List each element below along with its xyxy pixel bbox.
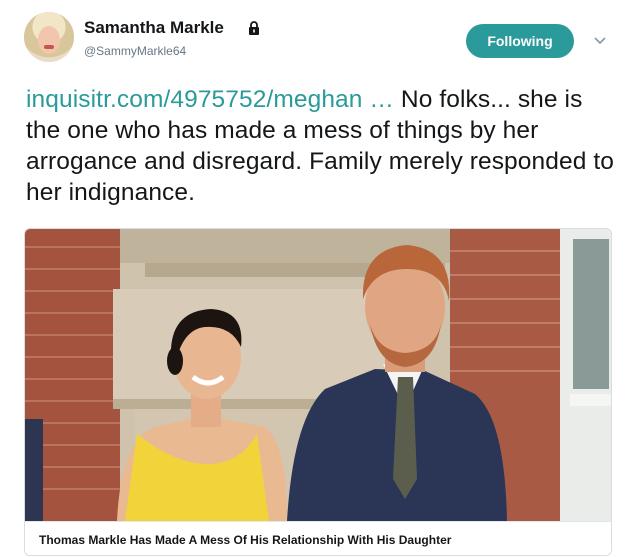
following-button[interactable]: Following: [466, 24, 574, 58]
avatar[interactable]: [24, 12, 74, 62]
card-photo: [25, 229, 611, 521]
user-handle[interactable]: @SammyMarkle64: [84, 44, 186, 58]
lock-icon: [249, 21, 259, 35]
link-card[interactable]: Thomas Markle Has Made A Mess Of His Rel…: [24, 228, 612, 556]
chevron-down-icon[interactable]: [594, 36, 606, 46]
tweet-header: Samantha Markle @SammyMarkle64 Following: [0, 0, 634, 80]
card-title: Thomas Markle Has Made A Mess Of His Rel…: [25, 521, 611, 555]
tweet-link[interactable]: inquisitr.com/4975752/meghan …: [26, 86, 394, 113]
display-name[interactable]: Samantha Markle: [84, 18, 224, 38]
tweet-body: inquisitr.com/4975752/meghan … No folks.…: [26, 84, 616, 208]
